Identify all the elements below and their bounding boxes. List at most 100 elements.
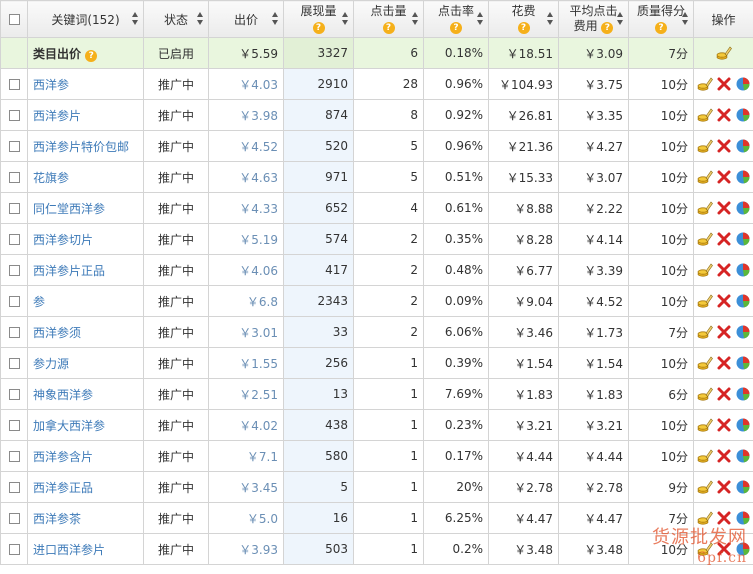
ctr-help-icon[interactable]: ? bbox=[450, 22, 462, 34]
bid-cell[interactable]: ￥5.19 bbox=[208, 223, 284, 255]
keyword-link[interactable]: 参 bbox=[33, 295, 45, 309]
delete-x-icon[interactable] bbox=[716, 479, 732, 495]
col-quality[interactable]: 质量得分 ? bbox=[628, 0, 694, 38]
sort-quality-icon[interactable] bbox=[682, 12, 689, 25]
bid-cell[interactable]: ￥4.03 bbox=[208, 68, 284, 100]
delete-x-icon[interactable] bbox=[716, 138, 732, 154]
keyword-link[interactable]: 西洋参茶 bbox=[33, 512, 81, 526]
keyword-link[interactable]: 神象西洋参 bbox=[33, 388, 93, 402]
edit-pencil-coins-icon[interactable] bbox=[697, 262, 713, 278]
row-checkbox[interactable] bbox=[8, 389, 20, 400]
edit-pencil-coins-icon[interactable] bbox=[697, 107, 713, 123]
edit-pencil-coins-icon[interactable] bbox=[697, 479, 713, 495]
pie-chart-icon[interactable] bbox=[735, 231, 751, 247]
bid-cell[interactable]: ￥1.55 bbox=[208, 347, 284, 379]
delete-x-icon[interactable] bbox=[716, 231, 732, 247]
row-checkbox[interactable] bbox=[8, 141, 20, 152]
keyword-link[interactable]: 进口西洋参片 bbox=[33, 543, 105, 557]
bid-cell[interactable]: ￥3.45 bbox=[208, 471, 284, 503]
impressions-help-icon[interactable]: ? bbox=[312, 22, 325, 34]
col-keyword[interactable]: 关键词(152) bbox=[27, 0, 144, 38]
bid-cell[interactable]: ￥6.8 bbox=[208, 285, 284, 317]
sort-keyword-icon[interactable] bbox=[132, 12, 139, 25]
edit-pencil-coins-icon[interactable] bbox=[697, 355, 713, 371]
edit-pencil-coins-icon[interactable] bbox=[697, 448, 713, 464]
pie-chart-icon[interactable] bbox=[735, 479, 751, 495]
keyword-link[interactable]: 同仁堂西洋参 bbox=[33, 202, 105, 216]
keyword-link[interactable]: 西洋参含片 bbox=[33, 450, 93, 464]
keyword-link[interactable]: 西洋参切片 bbox=[33, 233, 93, 247]
delete-x-icon[interactable] bbox=[716, 76, 732, 92]
category-bid-help-icon[interactable]: ? bbox=[85, 49, 98, 62]
edit-pencil-coins-icon[interactable] bbox=[697, 324, 713, 340]
delete-x-icon[interactable] bbox=[716, 448, 732, 464]
bid-cell[interactable]: ￥4.52 bbox=[208, 130, 284, 162]
edit-pencil-coins-icon[interactable] bbox=[697, 138, 713, 154]
keyword-link[interactable]: 参力源 bbox=[33, 357, 69, 371]
bid-cell[interactable]: ￥7.1 bbox=[208, 440, 284, 472]
row-checkbox[interactable] bbox=[8, 482, 20, 493]
edit-pencil-coins-icon[interactable] bbox=[697, 169, 713, 185]
edit-pencil-coins-icon[interactable] bbox=[697, 510, 713, 526]
pie-chart-icon[interactable] bbox=[735, 417, 751, 433]
edit-pencil-coins-icon[interactable] bbox=[697, 417, 713, 433]
delete-x-icon[interactable] bbox=[716, 200, 732, 216]
col-clicks[interactable]: 点击量 ? bbox=[353, 0, 424, 38]
delete-x-icon[interactable] bbox=[716, 107, 732, 123]
keyword-link[interactable]: 西洋参正品 bbox=[33, 481, 93, 495]
bid-cell[interactable]: ￥5.0 bbox=[208, 502, 284, 534]
keyword-link[interactable]: 西洋参片 bbox=[33, 109, 81, 123]
bid-cell[interactable]: ￥4.33 bbox=[208, 192, 284, 224]
delete-x-icon[interactable] bbox=[716, 169, 732, 185]
select-all-checkbox[interactable] bbox=[8, 14, 20, 25]
row-checkbox[interactable] bbox=[8, 327, 20, 338]
row-checkbox[interactable] bbox=[8, 234, 20, 245]
cost-help-icon[interactable]: ? bbox=[517, 22, 530, 34]
row-checkbox[interactable] bbox=[8, 172, 20, 183]
edit-pencil-coins-icon[interactable] bbox=[697, 76, 713, 92]
col-cost[interactable]: 花费 ? bbox=[488, 0, 559, 38]
bid-cell[interactable]: ￥3.01 bbox=[208, 316, 284, 348]
sort-ctr-icon[interactable] bbox=[477, 12, 484, 25]
pie-chart-icon[interactable] bbox=[735, 324, 751, 340]
pie-chart-icon[interactable] bbox=[735, 541, 751, 557]
col-bid[interactable]: 出价 bbox=[208, 0, 284, 38]
row-checkbox[interactable] bbox=[8, 420, 20, 431]
row-checkbox[interactable] bbox=[8, 203, 20, 214]
sort-impressions-icon[interactable] bbox=[342, 12, 349, 25]
row-checkbox[interactable] bbox=[8, 110, 20, 121]
category-bid-value[interactable]: ￥5.59 bbox=[208, 37, 284, 69]
sort-clicks-icon[interactable] bbox=[412, 12, 419, 25]
keyword-link[interactable]: 西洋参须 bbox=[33, 326, 81, 340]
delete-x-icon[interactable] bbox=[716, 293, 732, 309]
bid-cell[interactable]: ￥2.51 bbox=[208, 378, 284, 410]
row-checkbox[interactable] bbox=[8, 358, 20, 369]
delete-x-icon[interactable] bbox=[716, 417, 732, 433]
col-avg-cpc[interactable]: 平均点击 费用 ? bbox=[558, 0, 629, 38]
delete-x-icon[interactable] bbox=[716, 541, 732, 557]
row-checkbox[interactable] bbox=[8, 79, 20, 90]
pie-chart-icon[interactable] bbox=[735, 355, 751, 371]
pie-chart-icon[interactable] bbox=[735, 200, 751, 216]
edit-pencil-coins-icon[interactable] bbox=[697, 293, 713, 309]
row-checkbox[interactable] bbox=[8, 296, 20, 307]
pie-chart-icon[interactable] bbox=[735, 138, 751, 154]
edit-pencil-coins-icon[interactable] bbox=[697, 200, 713, 216]
sort-cost-icon[interactable] bbox=[547, 12, 554, 25]
sort-bid-icon[interactable] bbox=[272, 12, 279, 25]
quality-help-icon[interactable]: ? bbox=[655, 22, 667, 34]
pie-chart-icon[interactable] bbox=[735, 448, 751, 464]
delete-x-icon[interactable] bbox=[716, 355, 732, 371]
clicks-help-icon[interactable]: ? bbox=[382, 22, 395, 34]
bid-cell[interactable]: ￥3.98 bbox=[208, 99, 284, 131]
keyword-link[interactable]: 西洋参片特价包邮 bbox=[33, 140, 129, 154]
pie-chart-icon[interactable] bbox=[735, 262, 751, 278]
bid-cell[interactable]: ￥4.02 bbox=[208, 409, 284, 441]
delete-x-icon[interactable] bbox=[716, 510, 732, 526]
row-checkbox[interactable] bbox=[8, 451, 20, 462]
row-checkbox[interactable] bbox=[8, 265, 20, 276]
sort-status-icon[interactable] bbox=[197, 12, 204, 25]
col-impressions[interactable]: 展现量 ? bbox=[283, 0, 354, 38]
pie-chart-icon[interactable] bbox=[735, 107, 751, 123]
avg-cpc-help-icon[interactable]: ? bbox=[601, 22, 614, 34]
